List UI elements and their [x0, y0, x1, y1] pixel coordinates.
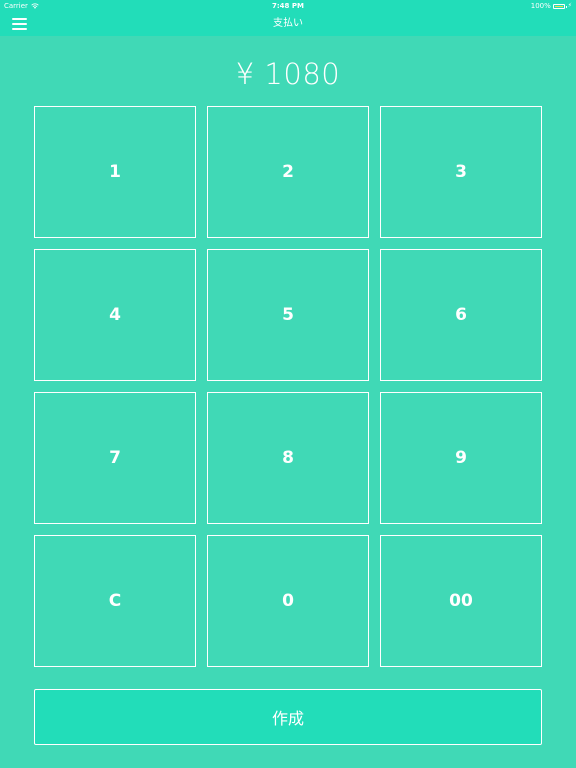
battery-icon [552, 3, 567, 9]
create-button[interactable]: 作成 [34, 689, 542, 745]
page-title: 支払い [273, 18, 303, 29]
key-double-zero[interactable]: 00 [380, 535, 542, 667]
key-8[interactable]: 8 [207, 392, 369, 524]
clear-key[interactable]: C [34, 535, 196, 667]
key-1[interactable]: 1 [34, 106, 196, 238]
charging-icon: ⚡ [567, 2, 572, 9]
key-4[interactable]: 4 [34, 249, 196, 381]
key-5[interactable]: 5 [207, 249, 369, 381]
status-time: 7:48 PM [272, 2, 304, 10]
key-3[interactable]: 3 [380, 106, 542, 238]
battery-indicator: 100% ⚡ [531, 0, 572, 12]
battery-percent: 100% [530, 2, 551, 10]
navigation-bar: 支払い [0, 12, 576, 36]
amount-display: ¥ 1080 [235, 57, 341, 91]
key-0[interactable]: 0 [207, 535, 369, 667]
key-6[interactable]: 6 [380, 249, 542, 381]
key-9[interactable]: 9 [380, 392, 542, 524]
keypad: 1 2 3 4 5 6 7 8 9 C 0 00 [34, 106, 542, 667]
status-bar: Carrier 7:48 PM 100% ⚡ [0, 0, 576, 12]
key-7[interactable]: 7 [34, 392, 196, 524]
key-2[interactable]: 2 [207, 106, 369, 238]
